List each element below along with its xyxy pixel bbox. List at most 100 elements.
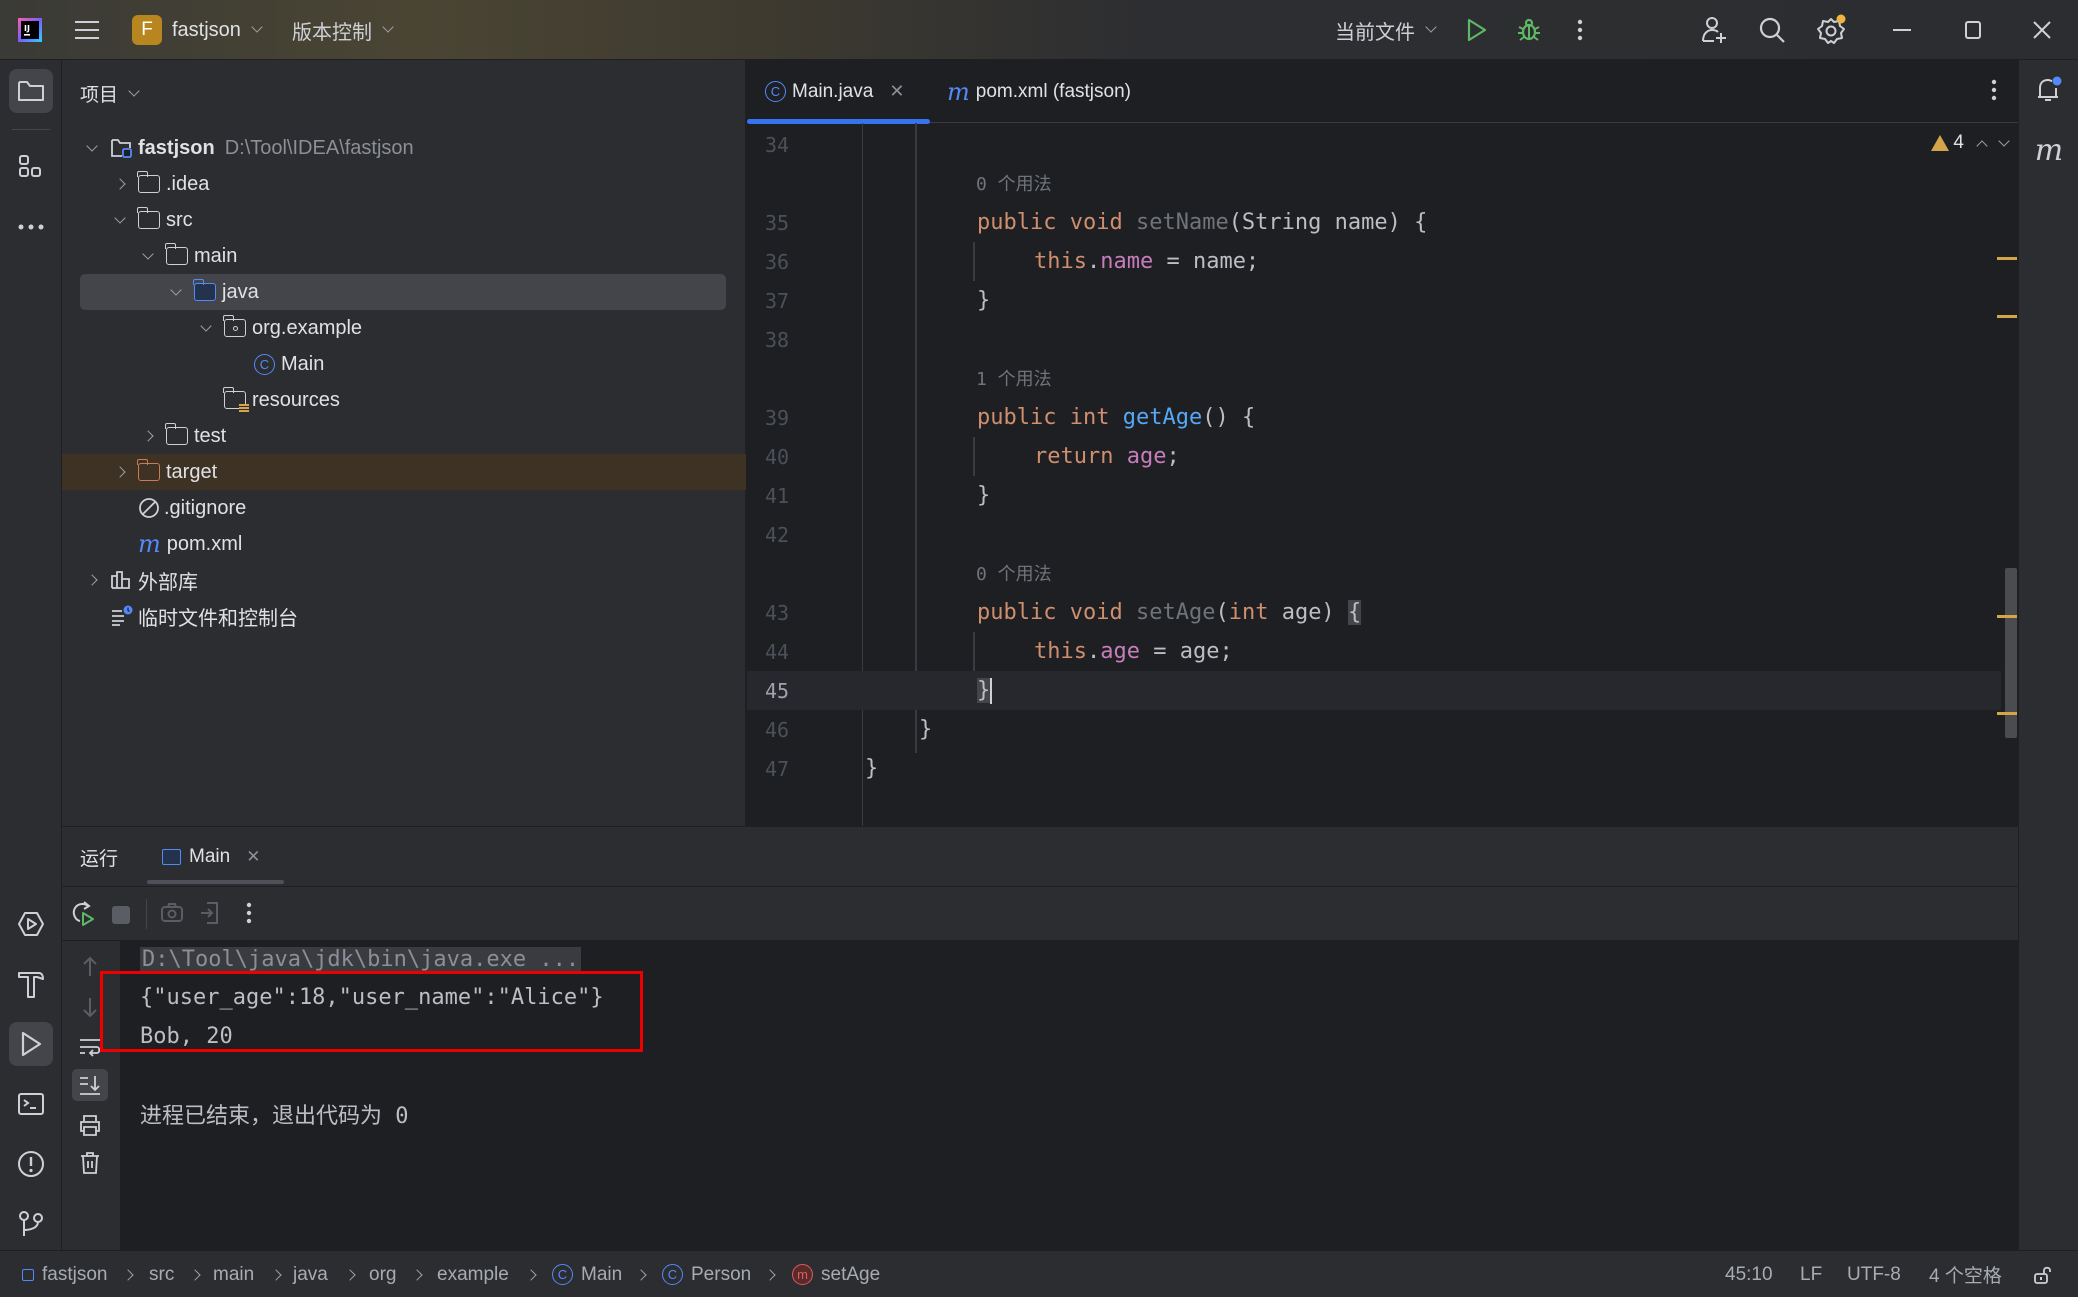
scroll-to-end-button[interactable]: [72, 1069, 108, 1101]
settings-button[interactable]: [1816, 0, 1848, 60]
code-line[interactable]: 40 return age;: [747, 437, 2001, 476]
breadcrumb-setage[interactable]: m setAge: [792, 1251, 880, 1297]
code-line[interactable]: 46 }: [747, 710, 2001, 749]
file-encoding[interactable]: UTF-8: [1847, 1251, 1901, 1297]
minimize-button[interactable]: [1893, 0, 1911, 60]
chevron-right-icon[interactable]: [138, 430, 158, 442]
tree-item-idea[interactable]: .idea: [62, 166, 746, 202]
tree-item-gitignore[interactable]: .gitignore: [62, 490, 746, 526]
tree-item-external-libraries[interactable]: 外部库: [62, 562, 746, 598]
inspection-widget[interactable]: 4: [1931, 132, 2010, 154]
build-tool-button[interactable]: [9, 962, 53, 1006]
tree-item-target[interactable]: target: [62, 454, 746, 490]
chevron-right-icon[interactable]: [110, 466, 130, 478]
terminal-tool-button[interactable]: [9, 1082, 53, 1126]
tab-pom-xml[interactable]: m pom.xml (fastjson): [947, 60, 1131, 123]
breadcrumb-main[interactable]: main: [213, 1251, 254, 1297]
code-line[interactable]: 44 this.age = age;: [747, 632, 2001, 671]
print-button[interactable]: [72, 1109, 108, 1141]
run-tab-main[interactable]: Main ✕: [162, 827, 260, 887]
main-menu-button[interactable]: [74, 0, 100, 60]
warning-marker[interactable]: [1997, 257, 2017, 260]
chevron-down-icon[interactable]: [82, 139, 102, 152]
previous-highlight-icon[interactable]: [1976, 140, 1988, 152]
services-tool-button[interactable]: [9, 902, 53, 946]
warning-marker[interactable]: [1997, 615, 2017, 618]
console-output[interactable]: D:\Tool\java\jdk\bin\java.exe ... {"user…: [100, 941, 2018, 1251]
breadcrumb-fastjson[interactable]: fastjson: [22, 1251, 107, 1297]
tree-item-java[interactable]: java: [80, 274, 726, 310]
screenshot-button[interactable]: [160, 901, 184, 928]
breadcrumb-example[interactable]: example: [437, 1251, 509, 1297]
tree-item-main[interactable]: main: [62, 238, 746, 274]
breadcrumb-org[interactable]: org: [369, 1251, 396, 1297]
more-actions-button[interactable]: [245, 902, 253, 931]
close-tab-icon[interactable]: ✕: [889, 81, 904, 102]
tree-item-scratches[interactable]: 临时文件和控制台: [62, 598, 746, 634]
problems-tool-button[interactable]: [9, 1142, 53, 1186]
project-panel-header[interactable]: 项目: [80, 80, 140, 107]
run-button[interactable]: [1466, 0, 1488, 60]
clear-console-button[interactable]: [72, 1147, 108, 1179]
run-config-selector[interactable]: 当前文件: [1335, 0, 1437, 60]
code-line[interactable]: 34: [747, 125, 2001, 164]
next-highlight-icon[interactable]: [1998, 135, 2010, 147]
more-actions-button[interactable]: [1576, 0, 1584, 60]
code-line[interactable]: 36 this.name = name;: [747, 242, 2001, 281]
code-line[interactable]: 43 public void setAge(int age) {: [747, 593, 2001, 632]
breadcrumb-person[interactable]: C Person: [662, 1251, 751, 1297]
breadcrumb-main-class[interactable]: C Main: [552, 1251, 622, 1297]
chevron-down-icon[interactable]: [138, 247, 158, 260]
stop-button[interactable]: [112, 906, 130, 924]
readonly-toggle[interactable]: [2033, 1251, 2053, 1297]
debug-button[interactable]: [1516, 0, 1542, 60]
close-tab-icon[interactable]: ✕: [246, 847, 260, 867]
code-line[interactable]: 42: [747, 515, 2001, 554]
code-line[interactable]: 35 public void setName(String name) {: [747, 203, 2001, 242]
chevron-down-icon[interactable]: [166, 283, 186, 296]
code-line[interactable]: 47 }: [747, 749, 2001, 788]
chevron-down-icon[interactable]: [110, 211, 130, 224]
tree-item-test[interactable]: test: [62, 418, 746, 454]
code-with-me-button[interactable]: [1700, 0, 1728, 60]
notifications-button[interactable]: [2027, 68, 2071, 112]
exit-button[interactable]: [199, 901, 221, 930]
intellij-logo[interactable]: IJ: [18, 0, 42, 60]
tree-item-src[interactable]: src: [62, 202, 746, 238]
chevron-right-icon[interactable]: [110, 178, 130, 190]
tree-item-main-class[interactable]: C Main: [62, 346, 746, 382]
run-tool-button[interactable]: [9, 1022, 53, 1066]
usage-hint[interactable]: 1 个用法: [976, 365, 1052, 391]
maven-tool-button[interactable]: m: [2027, 128, 2071, 172]
vcs-menu[interactable]: 版本控制: [292, 0, 394, 60]
editor-more-button[interactable]: [1990, 78, 1998, 107]
tree-item-fastjson[interactable]: fastjson D:\Tool\IDEA\fastjson: [62, 130, 746, 166]
code-line[interactable]: 39 public int getAge() {: [747, 398, 2001, 437]
rerun-button[interactable]: [70, 900, 96, 933]
more-tools-button[interactable]: [9, 205, 53, 249]
close-window-button[interactable]: [2033, 0, 2051, 60]
project-tool-button[interactable]: [9, 69, 53, 113]
line-separator[interactable]: LF: [1800, 1251, 1822, 1297]
warning-marker[interactable]: [1997, 712, 2017, 715]
structure-tool-button[interactable]: [9, 145, 53, 189]
breadcrumb-java[interactable]: java: [293, 1251, 328, 1297]
warnings-counter[interactable]: 4: [1931, 132, 1964, 154]
git-tool-button[interactable]: [9, 1202, 53, 1246]
search-everywhere-button[interactable]: [1758, 0, 1786, 60]
tree-item-pom[interactable]: m pom.xml: [62, 526, 746, 562]
caret-position[interactable]: 45:10: [1725, 1251, 1773, 1297]
warning-marker[interactable]: [1997, 315, 2017, 318]
usage-hint[interactable]: 0 个用法: [976, 560, 1052, 586]
tree-item-org-example[interactable]: org.example: [62, 310, 746, 346]
chevron-down-icon[interactable]: [196, 319, 216, 332]
indent-setting[interactable]: 4 个空格: [1929, 1251, 2002, 1297]
code-line-current[interactable]: 45 }: [747, 671, 2001, 710]
usage-hint[interactable]: 0 个用法: [976, 170, 1052, 196]
breadcrumb-src[interactable]: src: [149, 1251, 174, 1297]
tab-main-java[interactable]: C Main.java ✕: [747, 60, 930, 124]
project-selector[interactable]: F fastjson: [132, 0, 263, 60]
code-line[interactable]: 37 }: [747, 281, 2001, 320]
chevron-right-icon[interactable]: [82, 574, 102, 586]
code-line[interactable]: 38: [747, 320, 2001, 359]
